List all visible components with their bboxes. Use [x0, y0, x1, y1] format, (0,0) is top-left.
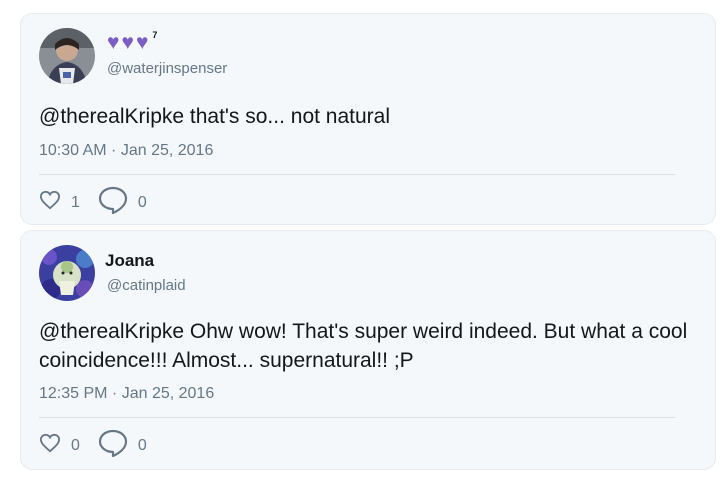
- reply-button[interactable]: 0: [98, 186, 147, 219]
- like-button[interactable]: 0: [39, 433, 80, 458]
- reply-count: 0: [137, 436, 147, 454]
- heart-emojis: ♥ ♥ ♥ 7: [107, 30, 158, 54]
- comment-icon: [98, 186, 128, 219]
- tweet-timestamp[interactable]: 12:35 PM · Jan 25, 2016: [39, 385, 214, 403]
- reply-count: 0: [137, 193, 147, 211]
- user-handle[interactable]: @catinplaid: [107, 277, 186, 294]
- divider: [39, 417, 675, 418]
- like-button[interactable]: 1: [39, 190, 80, 215]
- purple-heart-icon: ♥: [121, 31, 134, 54]
- tweet-timestamp[interactable]: 10:30 AM · Jan 25, 2016: [39, 142, 213, 160]
- tweet-card: Joana @catinplaid @therealKripke Ohw wow…: [20, 230, 716, 470]
- divider: [39, 174, 675, 175]
- user-handle[interactable]: @waterjinspenser: [107, 60, 227, 77]
- purple-heart-icon: ♥: [135, 31, 149, 54]
- tweet-text: @therealKripke Ohw wow! That's super wei…: [39, 320, 688, 372]
- avatar[interactable]: [39, 28, 95, 84]
- tweet-actions: 1 0: [39, 186, 165, 219]
- reply-button[interactable]: 0: [98, 429, 147, 462]
- tweet-actions: 0 0: [39, 429, 165, 462]
- heart-outline-icon: [39, 190, 61, 215]
- like-count: 0: [71, 436, 80, 454]
- superscript-number: 7: [152, 30, 158, 40]
- display-name[interactable]: Joana: [105, 251, 154, 271]
- tweet-card: ♥ ♥ ♥ 7 @waterjinspenser @therealKripke …: [20, 13, 716, 225]
- like-count: 1: [71, 193, 80, 211]
- heart-outline-icon: [39, 433, 61, 458]
- tweet-text: @therealKripke that's so... not natural: [39, 105, 391, 128]
- purple-heart-icon: ♥: [107, 31, 120, 54]
- avatar[interactable]: [39, 245, 95, 301]
- comment-icon: [98, 429, 128, 462]
